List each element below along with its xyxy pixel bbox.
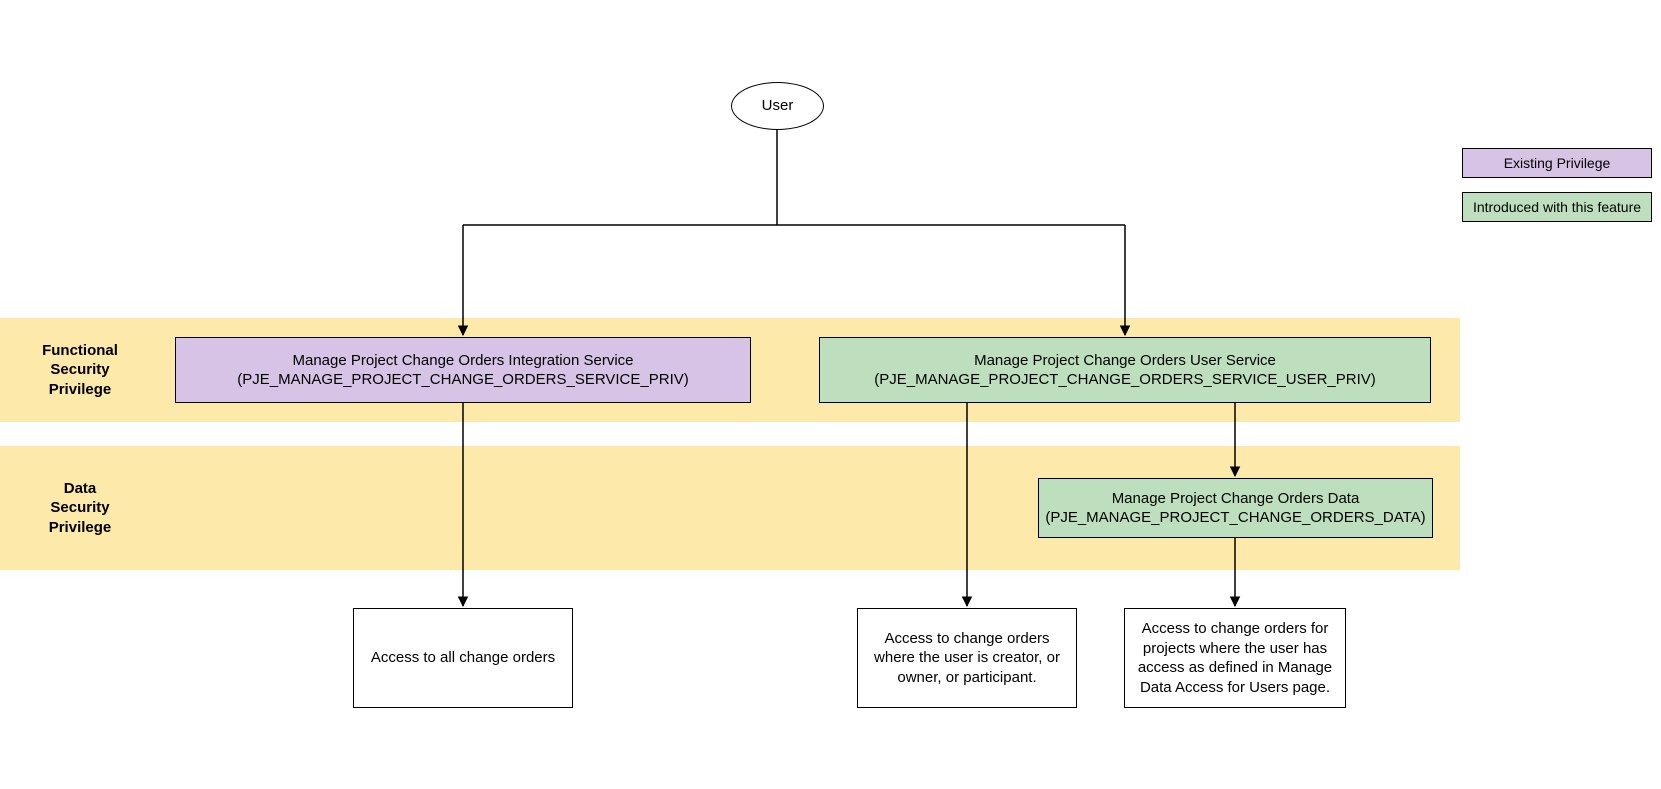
functional-integration-title: Manage Project Change Orders Integration… (237, 351, 689, 371)
band-functional-label: Functional Security Privilege (0, 318, 160, 422)
user-node: User (731, 82, 824, 130)
functional-user-title: Manage Project Change Orders User Servic… (874, 351, 1376, 371)
outcome-data-access-node: Access to change orders for projects whe… (1124, 608, 1346, 708)
outcome-all-node: Access to all change orders (353, 608, 573, 708)
legend-introduced-label: Introduced with this feature (1473, 199, 1641, 215)
data-privilege-title: Manage Project Change Orders Data (1045, 489, 1425, 509)
outcome-user-text: Access to change orders where the user i… (868, 629, 1066, 688)
legend-existing: Existing Privilege (1462, 148, 1652, 178)
data-privilege-node: Manage Project Change Orders Data (PJE_M… (1038, 478, 1433, 538)
outcome-all-text: Access to all change orders (371, 648, 555, 668)
data-privilege-code: (PJE_MANAGE_PROJECT_CHANGE_ORDERS_DATA) (1045, 508, 1425, 528)
functional-user-code: (PJE_MANAGE_PROJECT_CHANGE_ORDERS_SERVIC… (874, 370, 1376, 390)
functional-integration-code: (PJE_MANAGE_PROJECT_CHANGE_ORDERS_SERVIC… (237, 370, 689, 390)
functional-user-node: Manage Project Change Orders User Servic… (819, 337, 1431, 403)
legend-introduced: Introduced with this feature (1462, 192, 1652, 222)
outcome-user-node: Access to change orders where the user i… (857, 608, 1077, 708)
user-node-label: User (762, 96, 794, 116)
legend-existing-label: Existing Privilege (1504, 155, 1611, 171)
band-data-label: Data Security Privilege (0, 446, 160, 570)
outcome-data-access-text: Access to change orders for projects whe… (1135, 619, 1335, 697)
functional-integration-node: Manage Project Change Orders Integration… (175, 337, 751, 403)
